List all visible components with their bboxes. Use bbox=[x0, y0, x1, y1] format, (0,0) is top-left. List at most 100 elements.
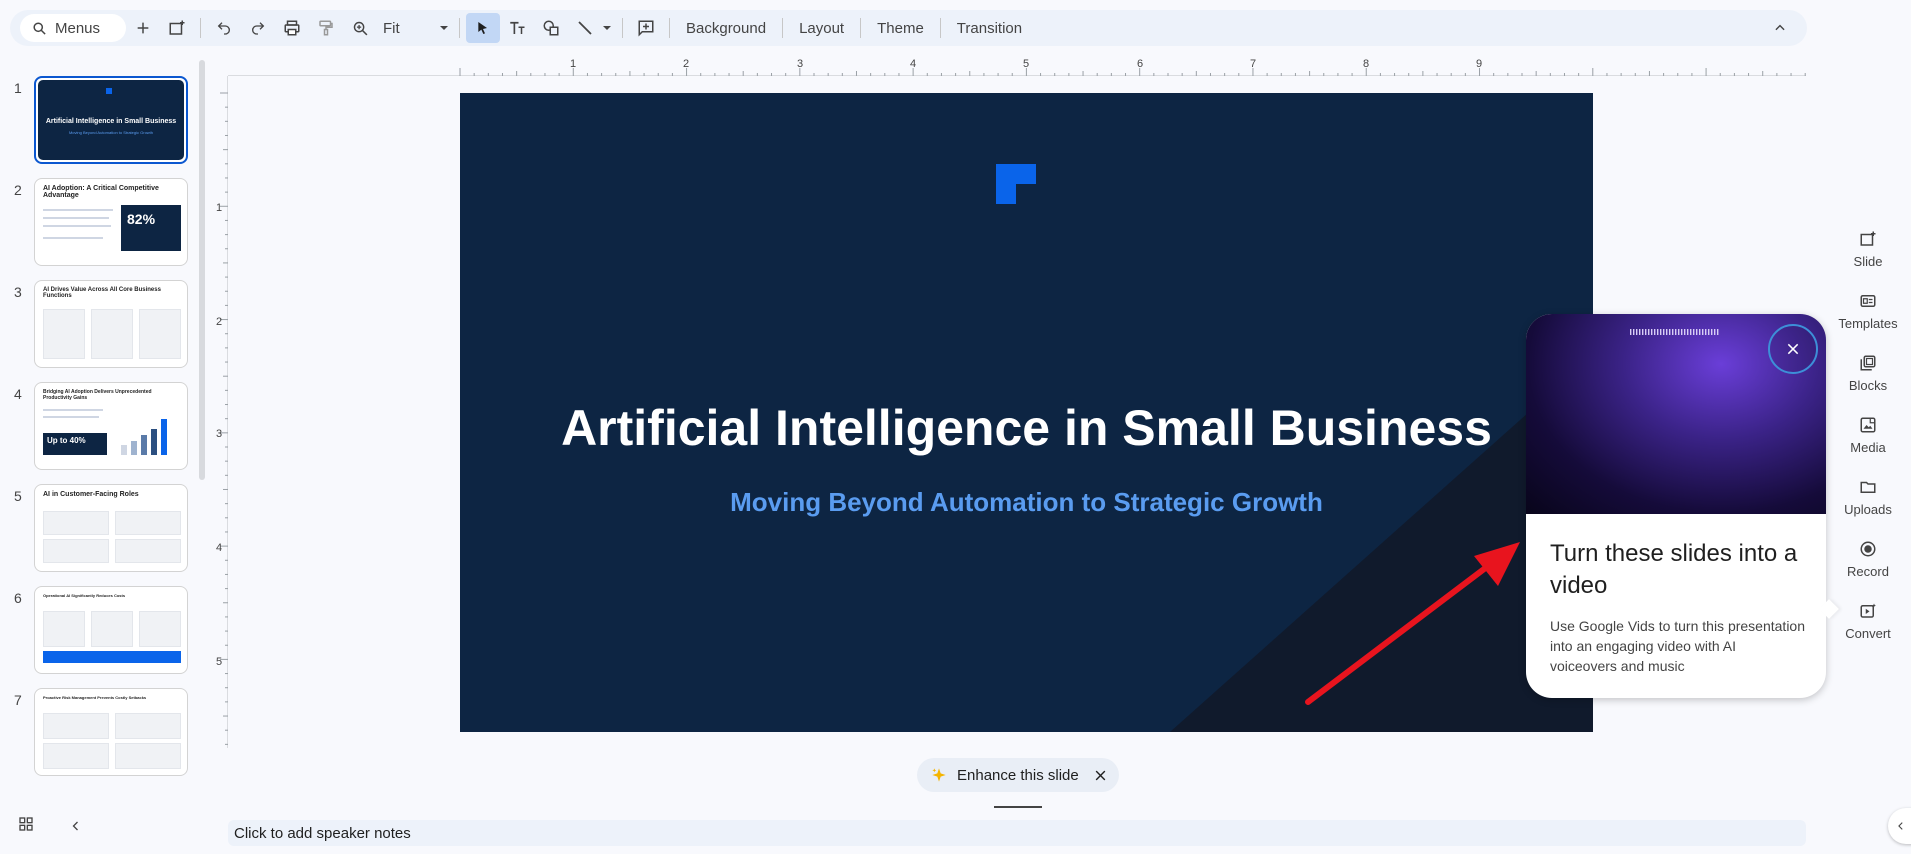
side-panel-slide-button[interactable]: Slide bbox=[1840, 218, 1896, 280]
theme-button[interactable]: Theme bbox=[867, 13, 934, 43]
layout-button[interactable]: Layout bbox=[789, 13, 854, 43]
redo-button[interactable] bbox=[241, 13, 275, 43]
close-icon[interactable] bbox=[1094, 769, 1107, 782]
slide-thumbnail-2[interactable]: AI Adoption: A Critical Competitive Adva… bbox=[34, 178, 188, 266]
add-comment-button[interactable] bbox=[629, 13, 663, 43]
slide-filmstrip: 1 Artificial Intelligence in Small Busin… bbox=[0, 72, 200, 782]
popup-close-button[interactable] bbox=[1768, 324, 1818, 374]
zoom-select[interactable]: Fit bbox=[377, 20, 453, 37]
thumbnail-stat: 82% bbox=[127, 211, 156, 227]
shape-button[interactable] bbox=[534, 13, 568, 43]
thumbnail-title: AI in Customer-Facing Roles bbox=[43, 491, 139, 498]
collapse-filmstrip-button[interactable] bbox=[66, 816, 86, 836]
slide-thumbnail-7[interactable]: Proactive Risk Management Prevents Costl… bbox=[34, 688, 188, 776]
add-comment-icon bbox=[638, 20, 654, 37]
filmstrip-scrollbar[interactable] bbox=[199, 60, 205, 480]
ruler-tick-label: 3 bbox=[216, 428, 223, 440]
new-slide-layout-button[interactable] bbox=[160, 13, 194, 43]
slide-thumbnail-1[interactable]: Artificial Intelligence in Small Busines… bbox=[34, 76, 188, 164]
add-slide-icon bbox=[169, 20, 185, 35]
thumbnail-card bbox=[91, 309, 133, 359]
slide-number: 6 bbox=[14, 590, 22, 606]
slide-thumbnail-4[interactable]: Bridging AI Adoption Delivers Unpreceden… bbox=[34, 382, 188, 470]
thumbnail-card bbox=[91, 611, 133, 647]
zoom-icon bbox=[353, 21, 367, 35]
paint-format-icon bbox=[319, 20, 333, 36]
notes-resize-handle[interactable] bbox=[994, 806, 1042, 808]
popup-body: Use Google Vids to turn this presentatio… bbox=[1550, 618, 1806, 674]
side-panel-label: Uploads bbox=[1844, 501, 1892, 517]
grid-view-button[interactable] bbox=[18, 816, 38, 836]
select-tool-button[interactable] bbox=[466, 13, 500, 43]
convert-icon bbox=[1860, 603, 1876, 618]
thumbnail-card bbox=[43, 713, 109, 739]
undo-button[interactable] bbox=[207, 13, 241, 43]
line-button[interactable] bbox=[568, 13, 602, 43]
side-panel-uploads-button[interactable]: Uploads bbox=[1840, 466, 1896, 528]
enhance-slide-chip[interactable]: Enhance this slide bbox=[917, 758, 1119, 792]
slide-thumbnail-3[interactable]: AI Drives Value Across All Core Business… bbox=[34, 280, 188, 368]
logo-mark bbox=[106, 88, 112, 94]
vids-promo-popup: Turn these slides into a video Use Googl… bbox=[1526, 314, 1839, 698]
background-button[interactable]: Background bbox=[676, 13, 776, 43]
show-side-panel-button[interactable] bbox=[1888, 808, 1911, 844]
toolbar-divider bbox=[622, 18, 623, 38]
slide-logo bbox=[996, 164, 1036, 204]
side-panel-convert-button[interactable]: Convert bbox=[1840, 590, 1896, 652]
thumbnail-title: AI Drives Value Across All Core Business… bbox=[43, 287, 161, 299]
zoom-button[interactable] bbox=[343, 13, 377, 43]
slide-thumbnail-5[interactable]: AI in Customer-Facing Roles bbox=[34, 484, 188, 572]
ruler-tick-label: 2 bbox=[683, 58, 690, 70]
thumbnail-text-line bbox=[43, 225, 111, 227]
side-panel-templates-button[interactable]: Templates bbox=[1838, 280, 1898, 342]
cursor-icon bbox=[478, 22, 487, 34]
slide-subtitle[interactable]: Moving Beyond Automation to Strategic Gr… bbox=[460, 487, 1593, 518]
transition-button[interactable]: Transition bbox=[947, 13, 1032, 43]
line-dropdown-button[interactable] bbox=[602, 23, 616, 33]
templates-icon bbox=[1860, 294, 1876, 307]
right-side-panel: Slide Templates Blocks Media Uploads Rec… bbox=[1838, 218, 1898, 652]
new-slide-button[interactable] bbox=[126, 13, 160, 43]
text-box-icon bbox=[510, 21, 525, 34]
side-panel-record-button[interactable]: Record bbox=[1840, 528, 1896, 590]
ruler-tick-label: 1 bbox=[216, 202, 223, 214]
thumbnail-card bbox=[43, 309, 85, 359]
side-panel-label: Media bbox=[1850, 439, 1886, 455]
thumbnail-stat: Up to 40% bbox=[47, 436, 86, 445]
thumbnail-text-line bbox=[43, 209, 113, 211]
line-icon bbox=[578, 21, 592, 35]
caret-down-icon bbox=[440, 26, 448, 30]
ruler-tick-label: 5 bbox=[1023, 58, 1030, 70]
thumbnail-bar bbox=[121, 445, 127, 455]
ruler-tick-label: 5 bbox=[216, 656, 223, 668]
thumbnail-bar bbox=[151, 429, 157, 455]
thumbnail-title: Operational AI Significantly Reduces Cos… bbox=[43, 593, 126, 598]
ruler-tick-label: 2 bbox=[216, 316, 223, 328]
thumbnail-title: Proactive Risk Management Prevents Costl… bbox=[43, 695, 147, 700]
collapse-toolbar-button[interactable] bbox=[1763, 13, 1797, 43]
slide-number: 5 bbox=[14, 488, 22, 504]
text-box-button[interactable] bbox=[500, 13, 534, 43]
side-panel-label: Convert bbox=[1845, 625, 1891, 641]
ruler-tick-label: 9 bbox=[1476, 58, 1483, 70]
menus-search[interactable]: Menus bbox=[20, 14, 126, 42]
print-button[interactable] bbox=[275, 13, 309, 43]
blocks-icon bbox=[1860, 355, 1876, 370]
slide-number: 2 bbox=[14, 182, 22, 198]
slide-thumbnail-6[interactable]: Operational AI Significantly Reduces Cos… bbox=[34, 586, 188, 674]
side-panel-media-button[interactable]: Media bbox=[1840, 404, 1896, 466]
media-icon bbox=[1860, 417, 1876, 432]
toolbar-divider bbox=[939, 18, 941, 38]
thumbnail-text-line bbox=[43, 416, 99, 418]
paint-format-button[interactable] bbox=[309, 13, 343, 43]
slide-number: 1 bbox=[14, 80, 22, 96]
menus-label: Menus bbox=[55, 19, 101, 37]
thumbnail-stat-box: 82% bbox=[121, 205, 181, 251]
ruler-ticks bbox=[220, 92, 228, 745]
slide-title[interactable]: Artificial Intelligence in Small Busines… bbox=[460, 399, 1593, 457]
sparkle-icon bbox=[932, 768, 946, 782]
thumbnail-card bbox=[139, 309, 181, 359]
side-panel-blocks-button[interactable]: Blocks bbox=[1840, 342, 1896, 404]
thumbnail-text-line bbox=[43, 409, 103, 411]
speaker-notes[interactable]: Click to add speaker notes bbox=[228, 820, 1806, 846]
